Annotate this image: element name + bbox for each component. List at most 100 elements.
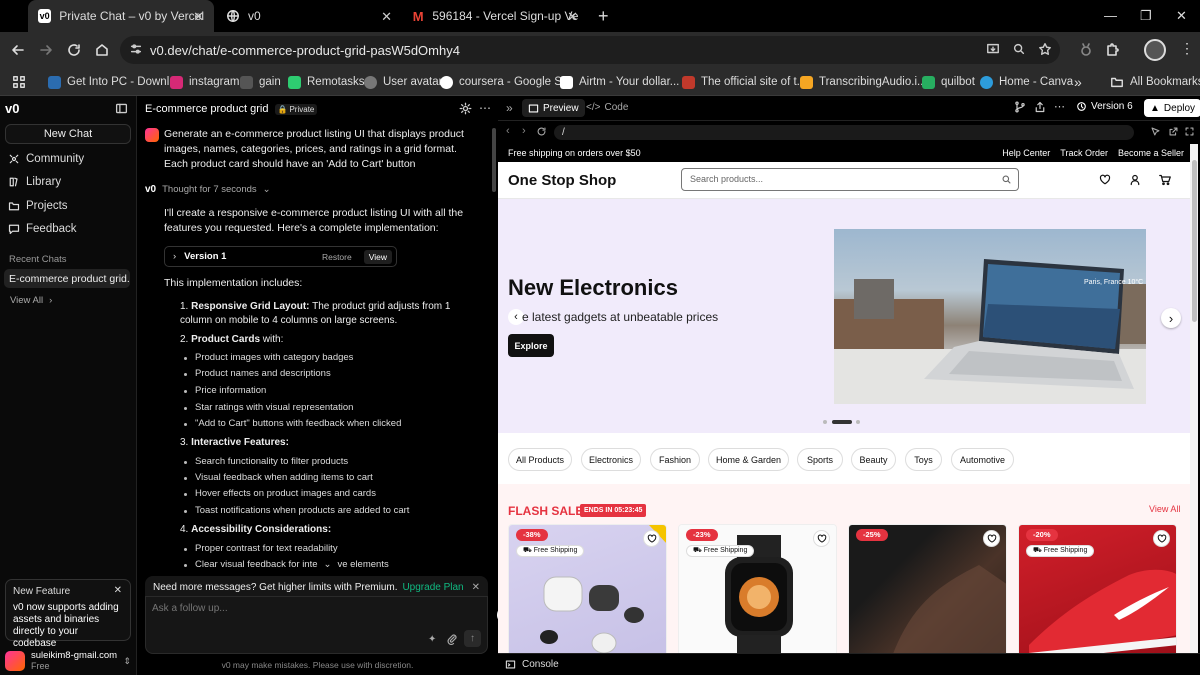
product-card[interactable]: -23% ⛟ Free Shipping (678, 524, 837, 653)
fullscreen-icon[interactable] (1184, 126, 1195, 137)
version-selector[interactable]: Version 6 (1076, 101, 1133, 112)
bookmark-item[interactable]: The official site of t... (682, 72, 806, 92)
fork-icon[interactable] (1014, 101, 1026, 113)
product-card[interactable]: -38% ⛟ Free Shipping (508, 524, 667, 653)
browser-menu-icon[interactable]: ⋮ (1180, 40, 1194, 57)
store-brand[interactable]: One Stop Shop (508, 172, 616, 189)
home-icon[interactable] (94, 42, 110, 58)
reload-icon[interactable] (536, 126, 547, 137)
bookmark-item[interactable]: User avatar (364, 72, 442, 92)
attach-paperclip-icon[interactable] (446, 633, 458, 645)
apps-grid-icon[interactable] (12, 72, 26, 92)
sidebar-item-community[interactable]: Community (8, 153, 84, 165)
reload-icon[interactable] (66, 42, 82, 58)
user-menu[interactable]: suleikim8-gmail.com Free ⇕ (5, 650, 131, 672)
tab-code[interactable]: </> Code (586, 102, 628, 113)
chat-scrollbar[interactable] (492, 128, 496, 192)
bookmark-item[interactable]: coursera - Google S... (440, 72, 572, 92)
cart-icon[interactable] (1159, 174, 1171, 186)
expand-panel-icon[interactable]: » (506, 101, 513, 115)
privacy-badge[interactable]: 🔒 Private (274, 103, 318, 115)
sidebar-item-feedback[interactable]: Feedback (8, 223, 77, 235)
category-electronics[interactable]: Electronics (581, 448, 641, 471)
address-bar[interactable]: v0.dev/chat/e-commerce-product-grid-pasW… (120, 36, 1060, 64)
forward-icon[interactable]: › (522, 125, 526, 137)
user-account-icon[interactable] (1129, 174, 1141, 186)
product-card[interactable]: -25% (848, 524, 1007, 653)
bookmark-item[interactable]: Home - Canva (980, 72, 1073, 92)
follow-up-input[interactable] (152, 603, 482, 614)
category-sports[interactable]: Sports (797, 448, 843, 471)
share-icon[interactable] (1034, 101, 1046, 113)
zoom-icon[interactable] (1012, 42, 1026, 56)
view-button[interactable]: View (363, 249, 392, 264)
view-all-chats-link[interactable]: View All › (10, 295, 52, 306)
new-chat-button[interactable]: New Chat (5, 124, 131, 144)
category-all-products[interactable]: All Products (508, 448, 572, 471)
settings-gear-icon[interactable] (459, 102, 472, 115)
bookmark-star-icon[interactable] (1038, 42, 1052, 56)
tab-v0-private-chat[interactable]: v0 Private Chat – v0 by Vercel ✕ (28, 0, 214, 32)
restore-button[interactable]: Restore (322, 252, 352, 262)
bookmark-item[interactable]: quilbot (922, 72, 975, 92)
explore-button[interactable]: Explore (508, 334, 554, 357)
close-icon[interactable]: ✕ (114, 585, 122, 597)
more-options-icon[interactable]: ⋯ (1054, 100, 1065, 113)
new-tab-button[interactable]: + (588, 0, 612, 32)
tab-gmail[interactable]: M 596184 - Vercel Sign-up Verific ✕ (402, 0, 588, 32)
help-center-link[interactable]: Help Center (1002, 148, 1050, 158)
close-window-icon[interactable]: ✕ (1176, 8, 1187, 24)
preview-scrollbar[interactable] (1190, 144, 1198, 653)
category-automotive[interactable]: Automotive (951, 448, 1014, 471)
scroll-down-chevron-icon[interactable]: ⌄ (324, 559, 332, 570)
extension-icon[interactable] (1078, 42, 1094, 58)
wishlist-heart-icon[interactable] (1153, 530, 1170, 547)
category-fashion[interactable]: Fashion (650, 448, 700, 471)
v0-logo[interactable]: v0 (5, 101, 19, 116)
product-card[interactable]: -20% ⛟ Free Shipping (1018, 524, 1177, 653)
close-tab-icon[interactable]: ✕ (567, 9, 578, 25)
track-order-link[interactable]: Track Order (1060, 148, 1108, 158)
back-icon[interactable]: ‹ (506, 125, 510, 137)
carousel-dot[interactable] (823, 420, 827, 424)
profile-avatar[interactable] (1144, 39, 1166, 61)
carousel-dot-active[interactable] (832, 420, 852, 424)
upgrade-plan-link[interactable]: Upgrade Plan (402, 582, 463, 593)
open-new-window-icon[interactable] (1168, 126, 1179, 137)
version-card[interactable]: › Version 1 Restore View (164, 246, 397, 267)
wishlist-heart-icon[interactable] (1099, 174, 1111, 186)
all-bookmarks-button[interactable]: All Bookmarks (1110, 72, 1200, 92)
more-bookmarks-button[interactable]: » (1074, 72, 1082, 92)
extensions-puzzle-icon[interactable] (1104, 42, 1120, 58)
thought-toggle[interactable]: v0 Thought for 7 seconds ⌄ (145, 184, 271, 195)
install-app-icon[interactable] (986, 42, 1000, 56)
chat-title[interactable]: E-commerce product grid (145, 103, 269, 115)
close-tab-icon[interactable]: ✕ (193, 9, 204, 25)
sidebar-item-projects[interactable]: Projects (8, 200, 68, 212)
close-tab-icon[interactable]: ✕ (381, 9, 392, 25)
close-icon[interactable]: ✕ (472, 582, 480, 593)
flash-view-all-link[interactable]: View All (1149, 504, 1180, 514)
wishlist-heart-icon[interactable] (983, 530, 1000, 547)
category-toys[interactable]: Toys (905, 448, 942, 471)
wishlist-heart-icon[interactable] (813, 530, 830, 547)
wishlist-heart-icon[interactable] (643, 530, 660, 547)
forward-icon[interactable] (38, 42, 54, 58)
category-home-garden[interactable]: Home & Garden (708, 448, 789, 471)
scrollbar-thumb[interactable] (1192, 160, 1197, 322)
toggle-sidebar-icon[interactable] (115, 102, 128, 115)
back-icon[interactable] (10, 42, 26, 58)
sidebar-item-library[interactable]: Library (8, 176, 61, 188)
send-arrow-icon[interactable]: ↑ (464, 630, 481, 647)
category-beauty[interactable]: Beauty (851, 448, 896, 471)
carousel-dot[interactable] (856, 420, 860, 424)
become-seller-link[interactable]: Become a Seller (1118, 148, 1184, 158)
preview-path-input[interactable]: / (554, 125, 1134, 140)
bookmark-item[interactable]: TranscribingAudio.i... (800, 72, 927, 92)
product-search-input[interactable]: Search products... (681, 168, 1019, 191)
bookmark-item[interactable]: Airtm - Your dollar... (560, 72, 679, 92)
carousel-next-button[interactable]: › (1161, 308, 1181, 328)
recent-chat-item[interactable]: E-commerce product grid... (4, 269, 130, 288)
sparkle-icon[interactable]: ✦ (428, 634, 436, 645)
console-bar[interactable]: Console (498, 653, 1200, 675)
